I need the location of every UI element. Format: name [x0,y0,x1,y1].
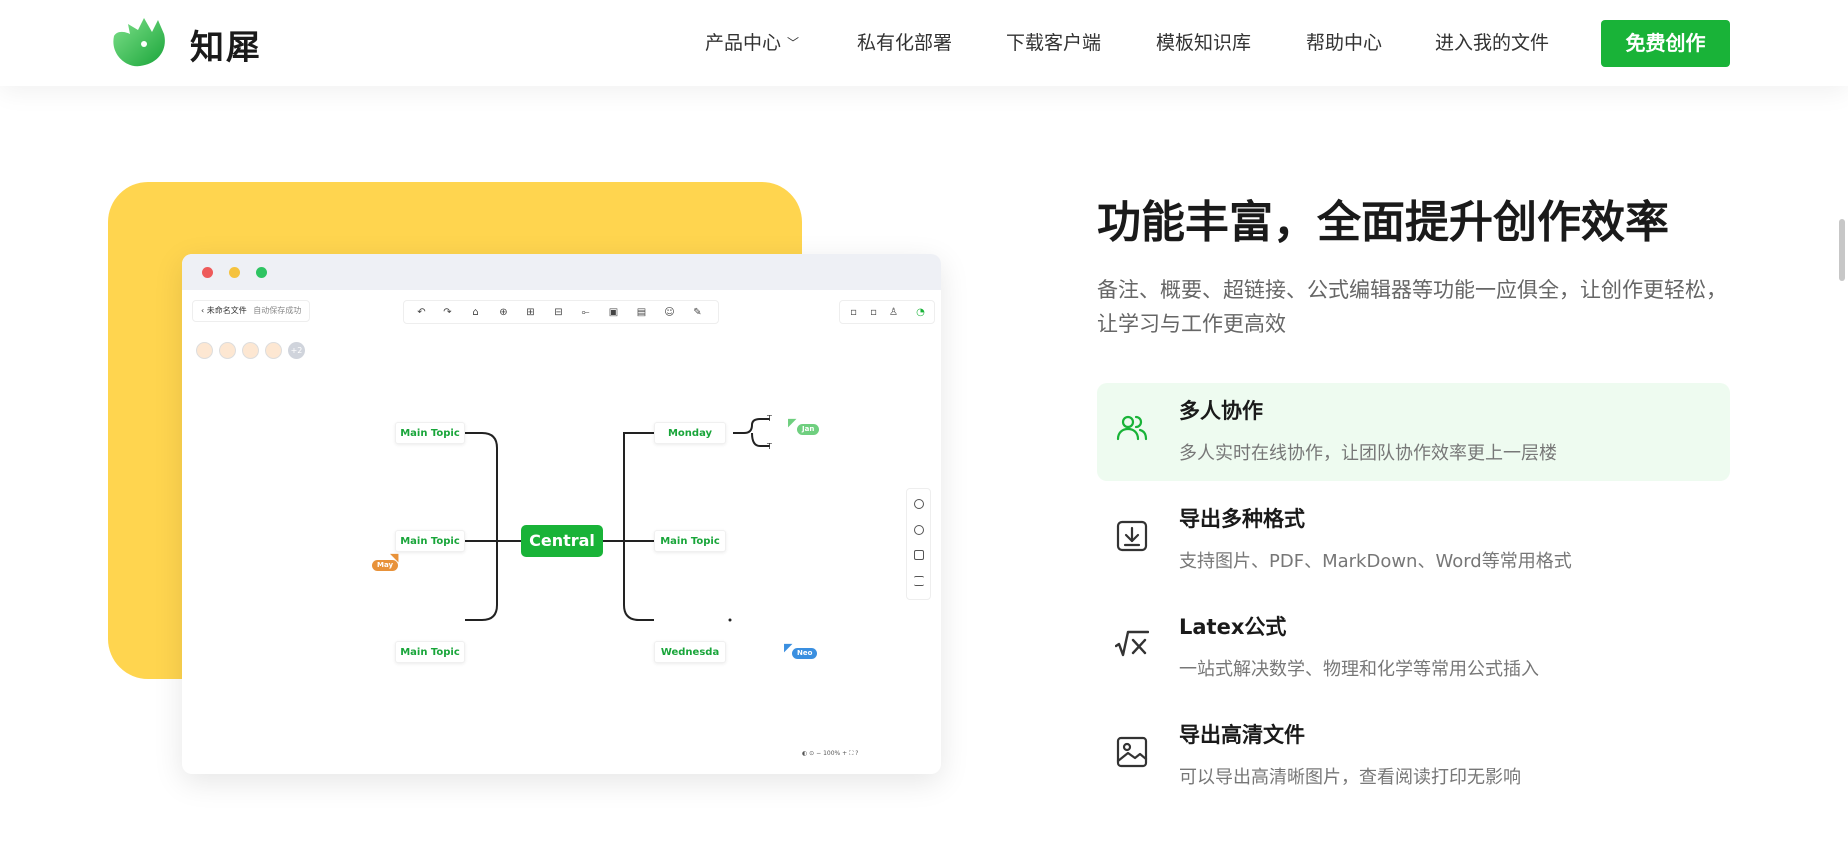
nav-my-files[interactable]: 进入我的文件 [1435,28,1549,55]
collaborator-tag-neo: Neo [792,648,818,659]
mindmap-leaf: T [767,414,772,423]
feature-desc: 支持图片、PDF、MarkDown、Word等常用格式 [1179,551,1572,572]
free-create-button[interactable]: 免费创作 [1601,20,1730,67]
sqrt-x-icon [1115,630,1149,657]
nav-template-library[interactable]: 模板知识库 [1156,28,1251,55]
section-title: 功能丰富，全面提升创作效率 [1097,197,1669,248]
feature-desc: 一站式解决数学、物理和化学等常用公式插入 [1179,659,1539,680]
cursor-arrow-icon: ◤ [788,416,797,429]
layout-icon [914,550,924,560]
users-icon [1116,415,1148,441]
image-icon [1116,736,1148,768]
mindmap-node-left-2: Main Topic [395,530,465,552]
zoom-level: 100% [823,750,841,757]
nav-label: 产品中心 [705,32,782,54]
nav-private-deploy[interactable]: 私有化部署 [857,28,952,55]
rhino-logo-icon[interactable] [108,14,168,68]
mindmap-node-left-1: Main Topic [395,422,465,444]
locate-icon: ⊙ [809,750,815,757]
mindmap-central-node: Central [521,525,603,557]
mindmap-node-right-1: Monday [654,422,726,444]
chevron-down-icon: ﹀ [787,36,800,50]
feature-title: Latex公式 [1179,615,1287,639]
fit-screen-icon: ⛶ [849,750,854,757]
help-icon: ? [855,750,859,757]
outline-icon [914,576,924,586]
nav-product-center[interactable]: 产品中心 ﹀ [705,28,799,55]
mindmap-node-right-3: Wednesda [654,641,726,663]
feature-desc: 可以导出高清晰图片，查看阅读打印无影响 [1179,767,1521,788]
zoom-controls: ◐ ⊙ − 100% + ⛶ ? [802,750,858,758]
section-description: 备注、概要、超链接、公式编辑器等功能一应俱全，让创作更轻松，让学习与工作更高效 [1097,278,1727,336]
zoom-in-icon: + [842,750,848,757]
download-icon [1116,520,1148,552]
feature-desc: 多人实时在线协作，让团队协作效率更上一层楼 [1179,443,1557,464]
page-scrollbar-thumb[interactable] [1839,219,1845,281]
feature-export-formats[interactable]: 导出多种格式 支持图片、PDF、MarkDown、Word等常用格式 [1097,491,1730,589]
zoom-out-icon: − [816,750,822,757]
theme-toggle-icon: ◐ [802,750,808,757]
nav-download-client[interactable]: 下载客户端 [1006,28,1101,55]
collaborator-tag-may: May [372,560,399,571]
top-navbar: 知犀 产品中心 ﹀ 私有化部署 下载客户端 模板知识库 帮助中心 进入我的文件 免… [0,0,1848,86]
feature-latex[interactable]: Latex公式 一站式解决数学、物理和化学等常用公式插入 [1097,599,1730,697]
mindmap-node-right-2: Main Topic [654,530,726,552]
feature-collaboration[interactable]: 多人协作 多人实时在线协作，让团队协作效率更上一层楼 [1097,383,1730,481]
feature-hd-export[interactable]: 导出高清文件 可以导出高清晰图片，查看阅读打印无影响 [1097,707,1730,805]
feature-title: 导出高清文件 [1179,723,1305,747]
mindmap-connectors [465,418,770,622]
side-toolbar [906,488,931,600]
mindmap-leaf: T [767,442,772,451]
feature-title: 多人协作 [1179,399,1263,423]
theme-icon [914,499,924,509]
brand-name[interactable]: 知犀 [190,20,262,69]
style-icon [914,525,924,535]
feature-title: 导出多种格式 [1179,507,1305,531]
collaborator-tag-jan: Jan [797,424,820,435]
mindmap-node-left-3: Main Topic [395,641,465,663]
app-screenshot: ‹ 未命名文件 自动保存成功 ↶ ↷ ⌂ ⊕ ⊞ ⊟ ⟜ ▣ ▤ ☺ ✎ ▫ ▫… [182,254,941,774]
nav-help-center[interactable]: 帮助中心 [1306,28,1382,55]
